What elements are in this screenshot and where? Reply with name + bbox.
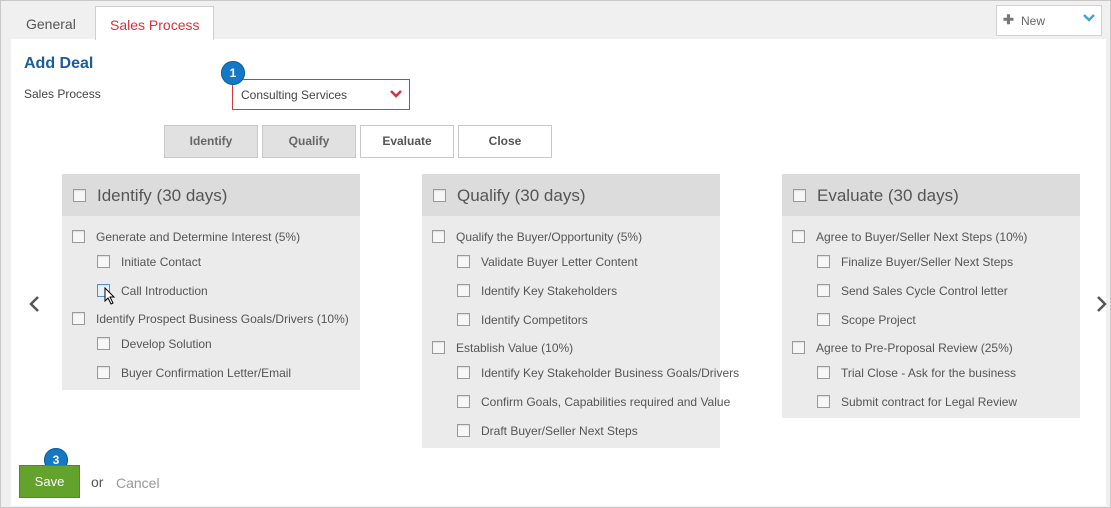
plus-icon: ✚	[1003, 12, 1014, 27]
stage-checkbox[interactable]	[793, 189, 806, 202]
sales-process-select[interactable]: Consulting Services	[232, 79, 410, 110]
stage-evaluate[interactable]: Evaluate	[360, 125, 454, 158]
cancel-link[interactable]: Cancel	[116, 475, 160, 491]
item-label: Identify Competitors	[481, 313, 588, 327]
sales-process-value: Consulting Services	[241, 88, 348, 102]
item-label: Confirm Goals, Capabilities required and…	[481, 395, 731, 409]
stage-close[interactable]: Close	[458, 125, 552, 158]
item-label: Identify Key Stakeholder Business Goals/…	[481, 366, 740, 380]
task-checkbox[interactable]	[72, 230, 85, 243]
subtask-checkbox[interactable]	[817, 395, 830, 408]
item-label: Send Sales Cycle Control letter	[841, 284, 1008, 298]
subtask-checkbox[interactable]	[457, 424, 470, 437]
subtask-checkbox[interactable]	[457, 313, 470, 326]
subtask-checkbox[interactable]	[457, 366, 470, 379]
column-header: Identify (30 days)	[62, 174, 360, 216]
stage-column: Identify (30 days) Generate and Determine…	[62, 174, 360, 390]
page-title: Add Deal	[24, 55, 94, 72]
stage-column: Qualify (30 days) Qualify the Buyer/Oppor…	[422, 174, 739, 448]
task-checkbox[interactable]	[432, 341, 445, 354]
subtask-checkbox[interactable]	[97, 255, 110, 268]
item-label: Generate and Determine Interest (5%)	[96, 230, 301, 244]
subtask-checkbox[interactable]	[457, 395, 470, 408]
subtask-checkbox[interactable]	[817, 313, 830, 326]
item-label: Scope Project	[841, 313, 916, 327]
item-label: Identify Prospect Business Goals/Drivers…	[96, 312, 349, 326]
stage-column: Evaluate (30 days) Agree to Buyer/Seller …	[782, 174, 1080, 418]
item-label: Validate Buyer Letter Content	[481, 255, 638, 269]
item-label: Develop Solution	[121, 337, 212, 351]
item-label: Finalize Buyer/Seller Next Steps	[841, 255, 1014, 269]
subtask-checkbox[interactable]	[457, 284, 470, 297]
new-button-label: New	[1021, 14, 1046, 28]
chevron-down-icon	[1083, 14, 1095, 22]
column-title: Identify (30 days)	[97, 186, 228, 205]
item-label: Submit contract for Legal Review	[841, 395, 1018, 409]
subtask-checkbox[interactable]	[97, 366, 110, 379]
tab-general[interactable]: General	[12, 6, 90, 39]
item-label: Establish Value (10%)	[456, 341, 574, 355]
task-checkbox[interactable]	[432, 230, 445, 243]
column-header: Evaluate (30 days)	[782, 174, 1080, 216]
chevron-right-icon[interactable]	[1093, 294, 1109, 314]
subtask-checkbox[interactable]	[817, 366, 830, 379]
new-dropdown-button[interactable]: ✚ New	[996, 5, 1102, 36]
sales-process-label: Sales Process	[24, 87, 101, 101]
subtask-checkbox[interactable]	[817, 284, 830, 297]
item-label: Call Introduction	[121, 284, 208, 298]
item-label: Trial Close - Ask for the business	[841, 366, 1016, 380]
mouse-cursor-icon	[104, 287, 116, 305]
tab-sales-process[interactable]: Sales Process	[95, 6, 215, 40]
item-label: Identify Key Stakeholders	[481, 284, 618, 298]
stage-checkbox[interactable]	[433, 189, 446, 202]
task-checkbox[interactable]	[792, 341, 805, 354]
item-label: Agree to Pre-Proposal Review (25%)	[816, 341, 1013, 355]
column-title: Evaluate (30 days)	[817, 186, 959, 205]
subtask-checkbox[interactable]	[457, 255, 470, 268]
item-label: Agree to Buyer/Seller Next Steps (10%)	[816, 230, 1028, 244]
column-header: Qualify (30 days)	[422, 174, 720, 216]
task-checkbox[interactable]	[792, 230, 805, 243]
subtask-checkbox[interactable]	[817, 255, 830, 268]
stage-checkbox[interactable]	[73, 189, 86, 202]
stage-identify[interactable]: Identify	[164, 125, 258, 158]
chevron-left-icon[interactable]	[27, 294, 43, 314]
item-label: Draft Buyer/Seller Next Steps	[481, 424, 638, 438]
item-label: Buyer Confirmation Letter/Email	[121, 366, 292, 380]
chevron-down-icon	[390, 90, 402, 98]
item-label: Initiate Contact	[121, 255, 202, 269]
task-checkbox[interactable]	[72, 312, 85, 325]
column-title: Qualify (30 days)	[457, 186, 586, 205]
step-badge-1: 1	[221, 61, 245, 85]
save-button[interactable]: Save	[19, 465, 80, 498]
stage-qualify[interactable]: Qualify	[262, 125, 356, 158]
subtask-checkbox[interactable]	[97, 337, 110, 350]
or-text: or	[91, 474, 104, 490]
item-label: Qualify the Buyer/Opportunity (5%)	[456, 230, 643, 244]
